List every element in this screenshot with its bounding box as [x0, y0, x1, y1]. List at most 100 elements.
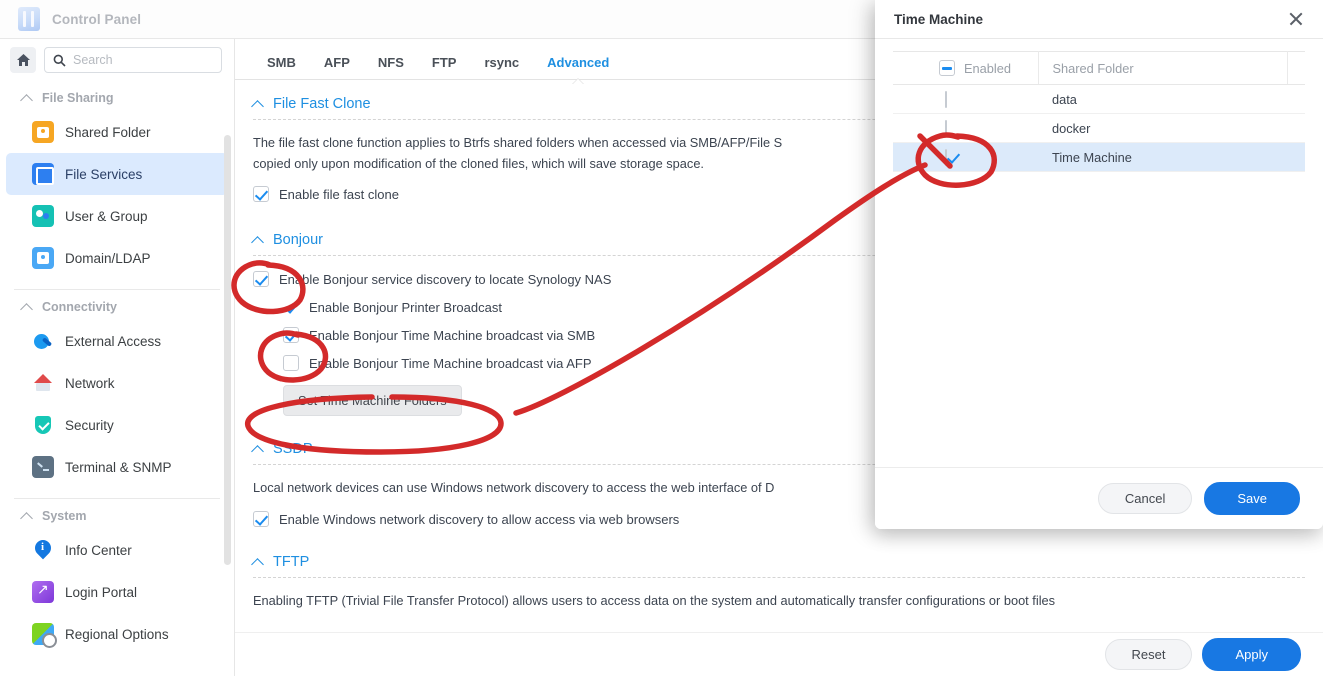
sidebar: Search File Sharing Shared Folder — [0, 39, 235, 676]
table-row[interactable]: data — [893, 85, 1305, 114]
home-icon — [16, 53, 31, 67]
checkbox-label: Enable Bonjour service discovery to loca… — [279, 272, 611, 287]
enable-bonjour-tm-afp-checkbox[interactable] — [283, 355, 299, 371]
window-title: Control Panel — [52, 12, 141, 27]
tab-rsync[interactable]: rsync — [470, 55, 533, 79]
reset-button[interactable]: Reset — [1105, 639, 1193, 670]
save-button[interactable]: Save — [1204, 482, 1300, 515]
sidebar-item-label: Network — [65, 376, 115, 391]
sidebar-scroll: File Sharing Shared Folder File Services… — [0, 83, 234, 676]
enable-windows-network-discovery-checkbox[interactable] — [253, 511, 269, 527]
section-title: Bonjour — [273, 232, 323, 248]
sidebar-item-label: Info Center — [65, 543, 132, 558]
chevron-up-icon — [22, 511, 33, 522]
sidebar-item-security[interactable]: Security — [6, 404, 228, 446]
sidebar-item-label: File Services — [65, 167, 142, 182]
set-time-machine-folders-button[interactable]: Set Time Machine Folders — [283, 385, 462, 416]
sidebar-search-row: Search — [0, 39, 234, 83]
home-button[interactable] — [10, 47, 36, 73]
table-row[interactable]: docker — [893, 114, 1305, 143]
chevron-up-icon — [22, 93, 33, 104]
enable-file-fast-clone-checkbox[interactable] — [253, 186, 269, 202]
column-header-spacer — [1287, 52, 1305, 85]
close-icon[interactable] — [1285, 8, 1307, 30]
row-enabled-checkbox[interactable] — [945, 91, 947, 108]
column-header-shared-folder[interactable]: Shared Folder — [1038, 52, 1287, 85]
cancel-button[interactable]: Cancel — [1098, 483, 1192, 514]
enable-bonjour-printer-checkbox[interactable] — [283, 299, 299, 315]
dialog-title: Time Machine — [894, 12, 1285, 27]
chevron-up-icon — [253, 99, 264, 110]
table-header-row: Enabled Shared Folder — [893, 52, 1305, 85]
sidebar-group-file-sharing[interactable]: File Sharing — [0, 85, 234, 111]
section-header-tftp[interactable]: TFTP — [235, 527, 1323, 577]
chevron-up-icon — [22, 302, 33, 313]
row-enabled-checkbox[interactable] — [945, 149, 947, 166]
sidebar-item-regional-options[interactable]: Regional Options — [6, 613, 228, 655]
tab-advanced[interactable]: Advanced — [533, 55, 623, 79]
search-icon — [53, 54, 66, 67]
sidebar-group-system[interactable]: System — [0, 503, 234, 529]
enable-bonjour-discovery-checkbox[interactable] — [253, 271, 269, 287]
file-services-icon — [32, 163, 54, 185]
sidebar-group-label: System — [42, 509, 86, 523]
sidebar-item-terminal-snmp[interactable]: Terminal & SNMP — [6, 446, 228, 488]
row-shared-folder-name: docker — [1038, 114, 1287, 143]
checkbox-label: Enable file fast clone — [279, 187, 399, 202]
tab-afp[interactable]: AFP — [310, 55, 364, 79]
sidebar-item-info-center[interactable]: Info Center — [6, 529, 228, 571]
tab-ftp[interactable]: FTP — [418, 55, 471, 79]
terminal-icon — [32, 456, 54, 478]
sidebar-item-label: Terminal & SNMP — [65, 460, 172, 475]
select-all-checkbox[interactable] — [939, 60, 955, 76]
sidebar-item-label: Security — [65, 418, 114, 433]
checkbox-label: Enable Bonjour Time Machine broadcast vi… — [309, 356, 592, 371]
sidebar-item-domain-ldap[interactable]: Domain/LDAP — [6, 237, 228, 279]
section-title: File Fast Clone — [273, 96, 371, 112]
column-header-enabled[interactable]: Enabled — [893, 52, 1038, 85]
checkbox-label: Enable Bonjour Time Machine broadcast vi… — [309, 328, 595, 343]
sidebar-divider — [14, 498, 220, 499]
user-group-icon — [32, 205, 54, 227]
sidebar-group-connectivity[interactable]: Connectivity — [0, 294, 234, 320]
regional-options-icon — [32, 623, 54, 645]
sidebar-divider — [14, 289, 220, 290]
sidebar-item-label: Domain/LDAP — [65, 251, 151, 266]
column-label: Enabled — [964, 61, 1011, 76]
shared-folder-icon — [32, 121, 54, 143]
tab-smb[interactable]: SMB — [253, 55, 310, 79]
dialog-footer: Cancel Save — [875, 467, 1323, 529]
sidebar-item-login-portal[interactable]: Login Portal — [6, 571, 228, 613]
row-enabled-checkbox[interactable] — [945, 120, 947, 137]
sidebar-group-label: Connectivity — [42, 300, 117, 314]
table-row[interactable]: Time Machine — [893, 143, 1305, 172]
chevron-up-icon — [253, 444, 264, 455]
chevron-up-icon — [253, 235, 264, 246]
sidebar-item-label: Login Portal — [65, 585, 137, 600]
security-shield-icon — [32, 414, 54, 436]
section-title: TFTP — [273, 554, 309, 570]
tab-nfs[interactable]: NFS — [364, 55, 418, 79]
tftp-description: Enabling TFTP (Trivial File Transfer Pro… — [235, 578, 1323, 612]
sidebar-item-label: User & Group — [65, 209, 148, 224]
sidebar-scrollbar[interactable] — [224, 135, 231, 565]
sidebar-item-label: Shared Folder — [65, 125, 151, 140]
external-access-icon — [32, 330, 54, 352]
screen: Control Panel Search — [0, 0, 1323, 676]
shared-folder-table: Enabled Shared Folder data — [893, 51, 1305, 172]
sidebar-item-network[interactable]: Network — [6, 362, 228, 404]
sidebar-group-label: File Sharing — [42, 91, 114, 105]
row-shared-folder-name: Time Machine — [1038, 143, 1287, 172]
search-input[interactable]: Search — [44, 47, 222, 73]
footer-bar: Reset Apply — [235, 632, 1323, 676]
chevron-up-icon — [253, 557, 264, 568]
sidebar-item-external-access[interactable]: External Access — [6, 320, 228, 362]
checkbox-label: Enable Windows network discovery to allo… — [279, 512, 679, 527]
apply-button[interactable]: Apply — [1202, 638, 1301, 671]
sidebar-item-file-services[interactable]: File Services — [6, 153, 228, 195]
dialog-body: Enabled Shared Folder data — [875, 39, 1323, 467]
sidebar-item-shared-folder[interactable]: Shared Folder — [6, 111, 228, 153]
login-portal-icon — [32, 581, 54, 603]
enable-bonjour-tm-smb-checkbox[interactable] — [283, 327, 299, 343]
sidebar-item-user-group[interactable]: User & Group — [6, 195, 228, 237]
